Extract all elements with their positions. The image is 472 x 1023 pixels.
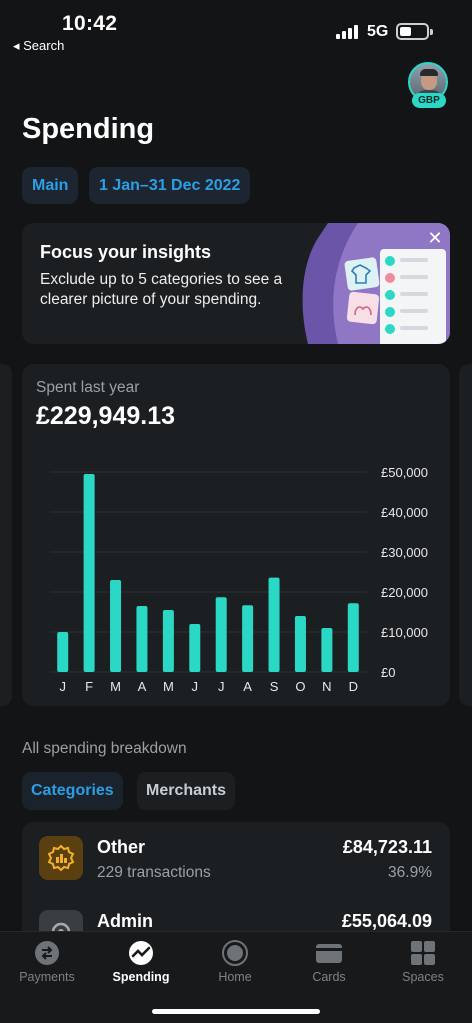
nav-payments[interactable]: Payments: [0, 932, 94, 992]
bar-1[interactable]: [83, 474, 95, 672]
battery-icon: [396, 23, 429, 40]
category-name: Other: [97, 837, 146, 857]
bar-3[interactable]: [136, 606, 148, 672]
x-tick-label: M: [163, 679, 174, 694]
y-tick-label: £50,000: [381, 465, 428, 480]
spending-icon: [129, 941, 153, 965]
profile-avatar-button[interactable]: GBP: [408, 62, 450, 108]
nav-spaces[interactable]: Spaces: [376, 932, 470, 992]
other-category-icon: [39, 836, 83, 880]
status-bar: 10:42 ◂ Search 5G: [0, 0, 472, 60]
x-tick-label: A: [243, 679, 252, 694]
insight-body: Exclude up to 5 categories to see a clea…: [40, 271, 283, 308]
network-label: 5G: [367, 23, 389, 40]
y-tick-label: £30,000: [381, 545, 428, 560]
battery-tip: [430, 29, 433, 35]
nav-label: Cards: [312, 970, 346, 984]
back-to-search-link[interactable]: ◂ Search: [13, 38, 64, 54]
bar-7[interactable]: [242, 605, 254, 672]
nav-label: Spending: [112, 970, 170, 984]
x-tick-label: J: [59, 679, 65, 694]
previous-period-card[interactable]: [0, 364, 12, 706]
y-tick-label: £20,000: [381, 585, 428, 600]
next-period-card[interactable]: [459, 364, 472, 706]
bar-8[interactable]: [268, 577, 280, 672]
spaces-icon: [411, 941, 435, 965]
tab-merchants[interactable]: Merchants: [137, 772, 236, 810]
x-tick-label: A: [138, 679, 147, 694]
y-tick-label: £0: [381, 665, 395, 680]
nav-spending[interactable]: Spending: [94, 932, 188, 992]
bar-10[interactable]: [321, 628, 333, 672]
nav-cards[interactable]: Cards: [282, 932, 376, 992]
insight-card[interactable]: Focus your insights Exclude up to 5 cate…: [22, 223, 450, 344]
home-icon: [222, 940, 248, 966]
bar-9[interactable]: [294, 616, 306, 672]
x-tick-label: J: [192, 679, 199, 694]
insight-title: Focus your insights: [40, 242, 212, 262]
x-tick-label: F: [85, 679, 93, 694]
currency-badge: GBP: [412, 93, 446, 108]
bar-0[interactable]: [57, 632, 69, 672]
x-tick-label: J: [218, 679, 225, 694]
payments-icon: [35, 941, 59, 965]
tab-categories[interactable]: Categories: [22, 772, 123, 810]
date-range-chip[interactable]: 1 Jan–31 Dec 2022: [89, 167, 251, 204]
spending-chart-card: Spent last year £229,949.13 £50,000 £40,0…: [22, 364, 450, 706]
monthly-spending-bar-chart: £50,000 £40,000 £30,000 £20,000 £10,000 £0 J F M…: [50, 465, 428, 694]
nav-label: Home: [218, 970, 252, 984]
x-tick-label: M: [110, 679, 121, 694]
category-name: Admin: [97, 911, 153, 931]
category-percent: 36.9%: [388, 864, 432, 881]
bar-6[interactable]: [215, 597, 227, 672]
nav-label: Payments: [19, 970, 75, 984]
x-tick-label: D: [349, 679, 358, 694]
x-tick-label: O: [295, 679, 305, 694]
category-amount: £84,723.11: [342, 837, 432, 857]
breakdown-label: All spending breakdown: [22, 740, 187, 757]
account-filter-chip[interactable]: Main: [22, 167, 79, 204]
bar-5[interactable]: [189, 624, 201, 672]
home-indicator: [152, 1009, 320, 1014]
bar-4[interactable]: [162, 610, 174, 672]
category-amount: £55,064.09: [341, 911, 432, 931]
cards-icon: [316, 944, 342, 963]
page-title: Spending: [22, 113, 155, 145]
signal-icon: [336, 25, 359, 39]
status-time: 10:42: [62, 12, 118, 35]
nav-home[interactable]: Home: [188, 932, 282, 992]
y-tick-label: £40,000: [381, 505, 428, 520]
bar-2[interactable]: [110, 580, 122, 672]
nav-label: Spaces: [402, 970, 444, 984]
category-row-other[interactable]: Other 229 transactions £84,723.11 36.9%: [22, 822, 450, 892]
x-tick-label: S: [270, 679, 279, 694]
category-list: Other 229 transactions £84,723.11 36.9% …: [22, 822, 450, 942]
bar-11[interactable]: [347, 603, 359, 672]
y-tick-label: £10,000: [381, 625, 428, 640]
category-transactions: 229 transactions: [97, 864, 211, 881]
close-icon[interactable]: ✕: [426, 229, 444, 247]
x-tick-label: N: [322, 679, 331, 694]
